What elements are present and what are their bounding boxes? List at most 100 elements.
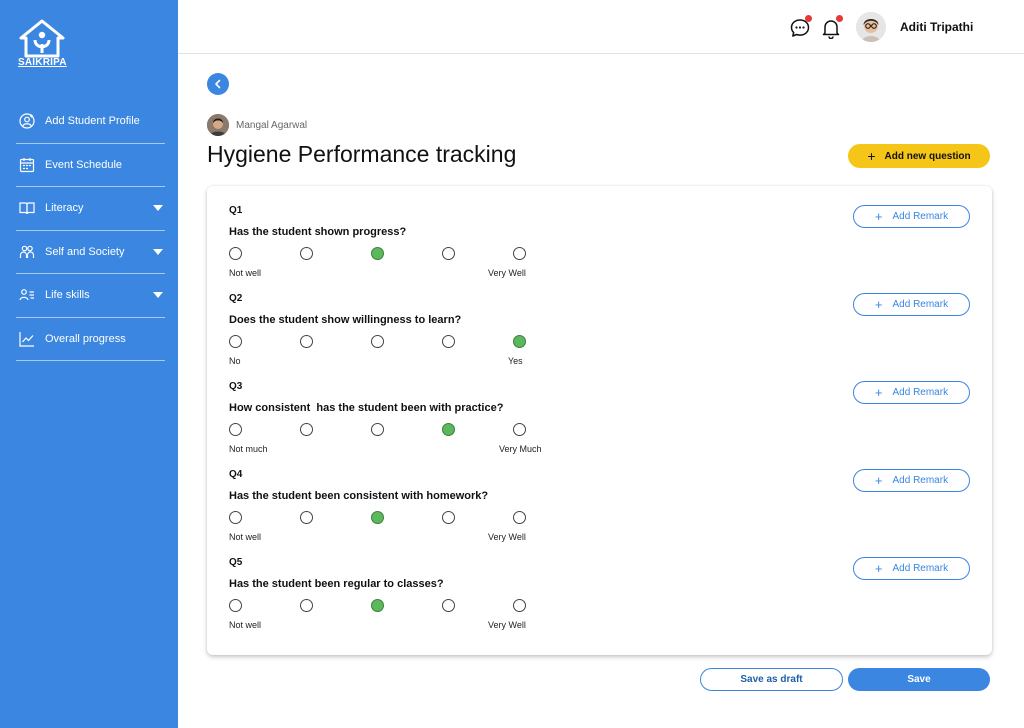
scale-low-label: Not much (229, 444, 268, 454)
chevron-left-icon (215, 79, 221, 89)
sidebar-item-label: Literacy (45, 202, 84, 215)
question-item: Q4 Has the student been consistent with … (229, 469, 970, 557)
rating-option-5[interactable] (513, 247, 526, 260)
sidebar-item-life-skills[interactable]: Life skills (16, 274, 165, 318)
notification-dot (805, 15, 812, 22)
add-remark-button[interactable]: + Add Remark (853, 205, 970, 228)
rating-option-2[interactable] (300, 511, 313, 524)
question-number: Q4 (229, 469, 243, 480)
scale-low-label: Not well (229, 268, 262, 278)
calendar-icon (18, 156, 36, 174)
sidebar-item-event-schedule[interactable]: Event Schedule (16, 144, 165, 187)
sidebar-item-add-student-profile[interactable]: Add Student Profile (16, 100, 165, 144)
bell-icon[interactable] (820, 15, 843, 40)
rating-option-1[interactable] (229, 335, 242, 348)
scale-low-label: No (229, 356, 241, 366)
rating-option-1[interactable] (229, 423, 242, 436)
scale-high-label: Very Much (499, 444, 542, 454)
save-button[interactable]: Save (848, 668, 990, 691)
question-text: Does the student show willingness to lea… (229, 314, 462, 326)
sidebar-item-label: Self and Society (45, 245, 125, 258)
question-item: Q1 Has the student shown progress? Not w… (229, 205, 970, 293)
rating-option-5[interactable] (513, 599, 526, 612)
sidebar-nav: Add Student Profile Event Schedule Liter… (16, 100, 165, 361)
scale-high-label: Very Well (488, 268, 526, 278)
sidebar-item-label: Overall progress (45, 332, 126, 345)
scale-high-label: Yes (508, 356, 523, 366)
rating-option-2[interactable] (300, 247, 313, 260)
rating-option-3[interactable] (371, 511, 384, 524)
sidebar-item-literacy[interactable]: Literacy (16, 187, 165, 231)
plus-icon: + (874, 473, 883, 488)
rating-option-3[interactable] (371, 423, 384, 436)
rating-option-5[interactable] (513, 423, 526, 436)
page-title: Hygiene Performance tracking (207, 141, 517, 167)
question-number: Q3 (229, 381, 243, 392)
add-remark-button[interactable]: + Add Remark (853, 293, 970, 316)
add-remark-label: Add Remark (892, 475, 949, 486)
add-remark-label: Add Remark (892, 563, 949, 574)
rating-option-3[interactable] (371, 599, 384, 612)
chat-icon[interactable] (789, 15, 812, 39)
rating-option-3[interactable] (371, 335, 384, 348)
chevron-down-icon[interactable] (153, 248, 163, 255)
plus-icon: + (874, 297, 883, 312)
add-remark-label: Add Remark (892, 387, 949, 398)
people-icon (18, 243, 36, 261)
student-name: Mangal Agarwal (236, 120, 308, 131)
chevron-down-icon[interactable] (153, 292, 163, 299)
sidebar-item-self-and-society[interactable]: Self and Society (16, 231, 165, 274)
sidebar: SAIKRIPA Add Student Profile Event Sched… (0, 0, 178, 728)
notification-dot (836, 15, 843, 22)
question-number: Q1 (229, 205, 243, 216)
question-text: Has the student been consistent with hom… (229, 490, 489, 502)
student-avatar (207, 114, 229, 136)
add-new-question-label: Add new question (884, 150, 971, 162)
rating-option-3[interactable] (371, 247, 384, 260)
book-icon (18, 199, 36, 217)
question-text: Has the student been regular to classes? (229, 578, 444, 590)
rating-option-4[interactable] (442, 335, 455, 348)
question-number: Q5 (229, 557, 243, 568)
rating-option-4[interactable] (442, 247, 455, 260)
rating-option-5[interactable] (513, 511, 526, 524)
back-button[interactable] (207, 73, 229, 95)
plus-icon: + (867, 148, 876, 164)
brand-name: SAIKRIPA (18, 57, 67, 68)
plus-icon: + (874, 209, 883, 224)
rating-option-1[interactable] (229, 247, 242, 260)
rating-option-4[interactable] (442, 511, 455, 524)
scale-low-label: Not well (229, 532, 262, 542)
add-remark-button[interactable]: + Add Remark (853, 469, 970, 492)
rating-option-2[interactable] (300, 599, 313, 612)
user-add-icon (18, 112, 36, 130)
question-item: Q2 Does the student show willingness to … (229, 293, 970, 381)
rating-option-2[interactable] (300, 423, 313, 436)
questions-card: Q1 Has the student shown progress? Not w… (207, 186, 992, 655)
question-text: Has the student shown progress? (229, 226, 407, 238)
plus-icon: + (874, 385, 883, 400)
rating-option-1[interactable] (229, 511, 242, 524)
top-header: Aditi Tripathi (178, 0, 1024, 54)
rating-option-4[interactable] (442, 423, 455, 436)
rating-option-2[interactable] (300, 335, 313, 348)
rating-option-1[interactable] (229, 599, 242, 612)
plus-icon: + (874, 561, 883, 576)
add-new-question-button[interactable]: + Add new question (848, 144, 990, 168)
add-remark-button[interactable]: + Add Remark (853, 381, 970, 404)
user-name[interactable]: Aditi Tripathi (900, 20, 973, 34)
question-number: Q2 (229, 293, 243, 304)
add-remark-label: Add Remark (892, 211, 949, 222)
save-as-draft-button[interactable]: Save as draft (700, 668, 843, 691)
sidebar-item-overall-progress[interactable]: Overall progress (16, 318, 165, 361)
user-list-icon (18, 286, 36, 304)
question-item: Q5 Has the student been regular to class… (229, 557, 970, 645)
rating-option-5[interactable] (513, 335, 526, 348)
rating-option-4[interactable] (442, 599, 455, 612)
question-text: How consistent has the student been with… (229, 402, 504, 414)
add-remark-button[interactable]: + Add Remark (853, 557, 970, 580)
chevron-down-icon[interactable] (153, 205, 163, 212)
user-avatar[interactable] (856, 12, 886, 42)
chart-line-icon (18, 330, 36, 348)
sidebar-item-label: Life skills (45, 289, 90, 302)
